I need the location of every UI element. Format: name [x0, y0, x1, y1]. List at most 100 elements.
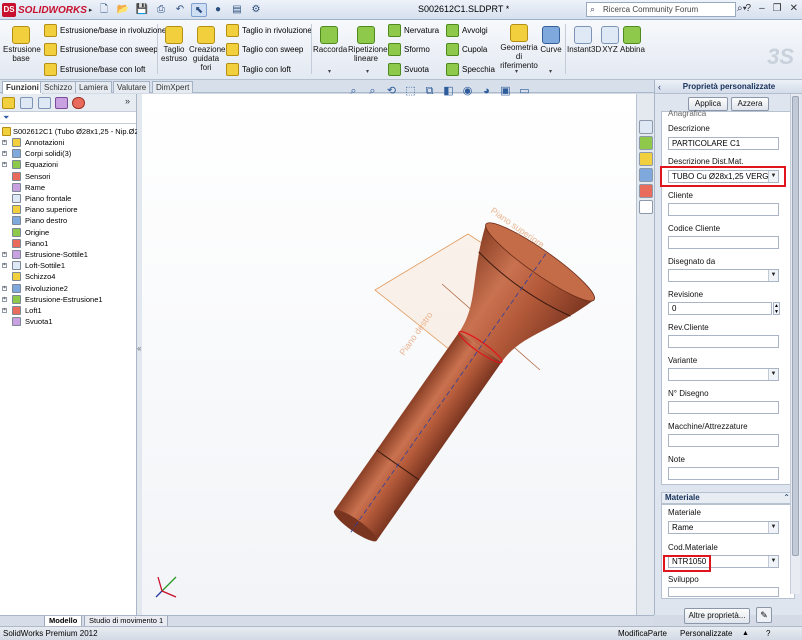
fillet-dropdown-icon[interactable]: ▾	[328, 68, 331, 75]
codice-cliente-field[interactable]	[668, 236, 779, 249]
reset-button[interactable]: Azzera	[731, 97, 769, 111]
appearances-icon[interactable]	[639, 184, 653, 198]
options-icon[interactable]: ⚙	[248, 3, 264, 17]
tree-item[interactable]: Piano superiore	[0, 204, 137, 215]
more-properties-button[interactable]: Altre proprietà...	[684, 608, 750, 624]
extruded-cut-button[interactable]: Taglio estruso	[161, 26, 187, 63]
tree-item[interactable]: + Loft-Sottile1	[0, 260, 137, 271]
shell-button[interactable]: Svuota	[388, 63, 429, 76]
tree-root-part[interactable]: S002612C1 (Tubo Ø28x1,25 - Nip.Ø2	[0, 126, 139, 137]
solidworks-logo[interactable]: DS SOLIDWORKS ▸	[2, 2, 92, 18]
file-explorer-icon[interactable]	[639, 152, 653, 166]
tree-item[interactable]: Svuota1	[0, 316, 137, 327]
tree-item[interactable]: Origine	[0, 227, 137, 238]
expand-icon[interactable]: +	[2, 162, 7, 168]
tree-item[interactable]: + Equazioni	[0, 159, 137, 170]
print-icon[interactable]: ⎙	[153, 3, 169, 17]
expand-icon[interactable]: +	[2, 140, 7, 145]
zoom-to-fit-icon[interactable]: ⌕	[346, 84, 361, 99]
linear-pattern-button[interactable]: Ripetizione lineare	[348, 26, 388, 63]
disegnato-da-select[interactable]: ▼	[668, 269, 779, 282]
materiale-select[interactable]: Rame ▼	[668, 521, 779, 534]
tab-lamiera[interactable]: Lamiera	[75, 81, 112, 93]
xyz-button[interactable]: XYZ	[601, 26, 619, 54]
custom-properties-icon[interactable]	[639, 200, 653, 214]
display-style-icon[interactable]: ◧	[441, 84, 456, 99]
property-manager-tab-icon[interactable]	[20, 97, 33, 109]
curves-dropdown-icon[interactable]: ▾	[549, 68, 552, 75]
revisione-spinner[interactable]: ▲ ▼	[773, 302, 780, 315]
save-icon[interactable]: 💾	[134, 3, 150, 17]
scrollbar-thumb[interactable]	[792, 96, 799, 556]
help-icon[interactable]: ?	[746, 3, 752, 14]
cliente-field[interactable]	[668, 203, 779, 216]
lofted-boss-button[interactable]: Estrusione/base con loft	[44, 63, 145, 76]
display-manager-tab-icon[interactable]	[72, 97, 85, 109]
expand-icon[interactable]: +	[2, 296, 7, 302]
tree-item[interactable]: + Estrusione-Estrusione1	[0, 294, 137, 305]
dome-button[interactable]: Cupola	[446, 43, 487, 56]
sviluppo-field[interactable]	[668, 587, 779, 597]
tab-funzioni[interactable]: Funzioni	[2, 81, 43, 94]
descrizione-field[interactable]: PARTICOLARE C1	[668, 137, 779, 150]
instant3d-button[interactable]: Instant3D	[567, 26, 601, 54]
tree-item[interactable]: + Rivoluzione2	[0, 283, 137, 294]
reference-geometry-button[interactable]: Geometria di riferimento	[499, 24, 539, 70]
section-view-icon[interactable]: ⬚	[403, 84, 418, 99]
expand-icon[interactable]: +	[2, 151, 7, 157]
zoom-area-icon[interactable]: ⌕	[365, 84, 380, 99]
view-orientation-icon[interactable]: ⧉	[422, 84, 437, 99]
tree-item[interactable]: Piano destro	[0, 215, 137, 226]
tree-item[interactable]: Sensori	[0, 171, 137, 182]
undo-icon[interactable]: ↶	[172, 3, 188, 17]
close-button[interactable]: ✕	[790, 3, 798, 14]
back-arrow-icon[interactable]: ‹	[658, 80, 661, 94]
tree-item[interactable]: + Estrusione-Sottile1	[0, 249, 137, 260]
revolved-cut-button[interactable]: Taglio in rivoluzione	[226, 24, 312, 37]
expand-icon[interactable]: +	[2, 252, 7, 257]
dimxpert-tab-icon[interactable]	[55, 97, 68, 109]
expand-icon[interactable]: +	[2, 308, 7, 313]
open-icon[interactable]: 📂	[115, 3, 131, 17]
material-section-header[interactable]: Materiale ⌃	[661, 492, 795, 504]
note-field[interactable]	[668, 467, 779, 480]
previous-view-icon[interactable]: ⟲	[384, 84, 399, 99]
lofted-cut-button[interactable]: Taglio con loft	[226, 63, 291, 76]
properties-scrollbar[interactable]	[790, 94, 800, 594]
tree-item[interactable]: Schizzo4	[0, 271, 137, 282]
revisione-field[interactable]: 0	[668, 302, 772, 315]
hide-show-items-icon[interactable]: ◉	[460, 84, 475, 99]
mirror-button[interactable]: Specchia	[446, 63, 495, 76]
units-dropdown-icon[interactable]: ▲	[742, 627, 749, 640]
graphics-area[interactable]: Piano superiore Piano destro	[142, 94, 636, 615]
new-document-icon[interactable]: 🗋	[96, 3, 112, 17]
refgeom-dropdown-icon[interactable]: ▾	[515, 68, 518, 75]
rev-cliente-field[interactable]	[668, 335, 779, 348]
expand-icon[interactable]: +	[2, 285, 7, 291]
draft-button[interactable]: Sformo	[388, 43, 430, 56]
variante-select[interactable]: ▼	[668, 368, 779, 381]
tree-filter[interactable]: ⏷	[0, 112, 136, 124]
units-config[interactable]: Personalizzate	[680, 627, 732, 640]
configuration-manager-tab-icon[interactable]	[38, 97, 51, 109]
rebuild-icon[interactable]: ●	[210, 3, 226, 17]
tree-item[interactable]: + Corpi solidi(3)	[0, 148, 137, 159]
tree-item[interactable]: + Loft1	[0, 305, 137, 316]
fillet-button[interactable]: Raccorda	[313, 26, 347, 54]
file-properties-icon[interactable]: ▤	[229, 3, 245, 17]
view-settings-icon[interactable]: ▭	[517, 84, 532, 99]
combine-button[interactable]: Abbina	[620, 26, 645, 54]
minimize-button[interactable]: –	[759, 3, 765, 14]
property-tab-builder-icon[interactable]: ✎	[756, 607, 772, 623]
n-disegno-field[interactable]	[668, 401, 779, 414]
select-icon[interactable]: ⬉	[191, 3, 207, 17]
macchine-field[interactable]	[668, 434, 779, 447]
restore-button[interactable]: ❐	[773, 3, 782, 14]
tree-item[interactable]: Piano frontale	[0, 193, 137, 204]
swept-cut-button[interactable]: Taglio con sweep	[226, 43, 303, 56]
apply-scene-icon[interactable]: ▣	[498, 84, 513, 99]
tab-dimxpert[interactable]: DimXpert	[152, 81, 194, 93]
hole-wizard-button[interactable]: Creazione guidata fori	[189, 26, 225, 72]
pattern-dropdown-icon[interactable]: ▾	[366, 68, 369, 75]
expand-icon[interactable]: +	[2, 263, 7, 269]
